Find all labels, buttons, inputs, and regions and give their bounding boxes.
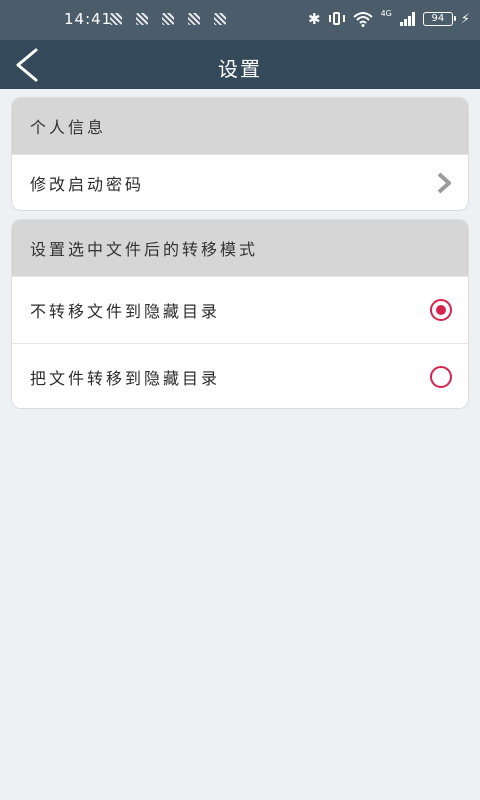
battery-icon: 94 (422, 12, 456, 26)
notification-icon (214, 13, 226, 25)
signal-icon (399, 12, 415, 26)
transfer-mode-card: 设置选中文件后的转移模式 不转移文件到隐藏目录 把文件转移到隐藏目录 (11, 219, 469, 409)
vibrate-icon (328, 12, 345, 26)
battery-level: 94 (431, 13, 445, 24)
option-transfer-hidden-label: 把文件转移到隐藏目录 (30, 369, 221, 388)
wifi-icon (352, 12, 373, 27)
charging-icon: ⚡ (460, 11, 470, 27)
personal-info-header: 个人信息 (12, 98, 468, 154)
bluetooth-icon: ✱ (307, 10, 321, 28)
option-no-transfer-label: 不转移文件到隐藏目录 (30, 302, 221, 321)
network-type: 4G (380, 8, 392, 18)
notification-icon (188, 13, 200, 25)
page-title: 设置 (218, 57, 262, 81)
notification-icons (110, 13, 226, 25)
status-time: 14:41 (64, 10, 113, 28)
option-transfer-hidden[interactable]: 把文件转移到隐藏目录 (12, 343, 468, 408)
personal-info-card: 个人信息 修改启动密码 (11, 97, 469, 211)
radio-button-selected[interactable] (430, 299, 452, 321)
notification-icon (110, 13, 122, 25)
chevron-right-icon (437, 172, 451, 193)
radio-button-unselected[interactable] (430, 366, 452, 388)
option-no-transfer[interactable]: 不转移文件到隐藏目录 (12, 276, 468, 343)
status-bar: 14:41 ✱ 4G 94 ⚡ (0, 0, 480, 40)
notification-icon (162, 13, 174, 25)
change-password-item[interactable]: 修改启动密码 (12, 154, 468, 210)
status-indicators: ✱ 4G 94 ⚡ (307, 8, 470, 29)
title-bar: 设置 (0, 40, 480, 89)
notification-icon (136, 13, 148, 25)
transfer-mode-header: 设置选中文件后的转移模式 (12, 220, 468, 276)
change-password-label: 修改启动密码 (30, 174, 145, 194)
